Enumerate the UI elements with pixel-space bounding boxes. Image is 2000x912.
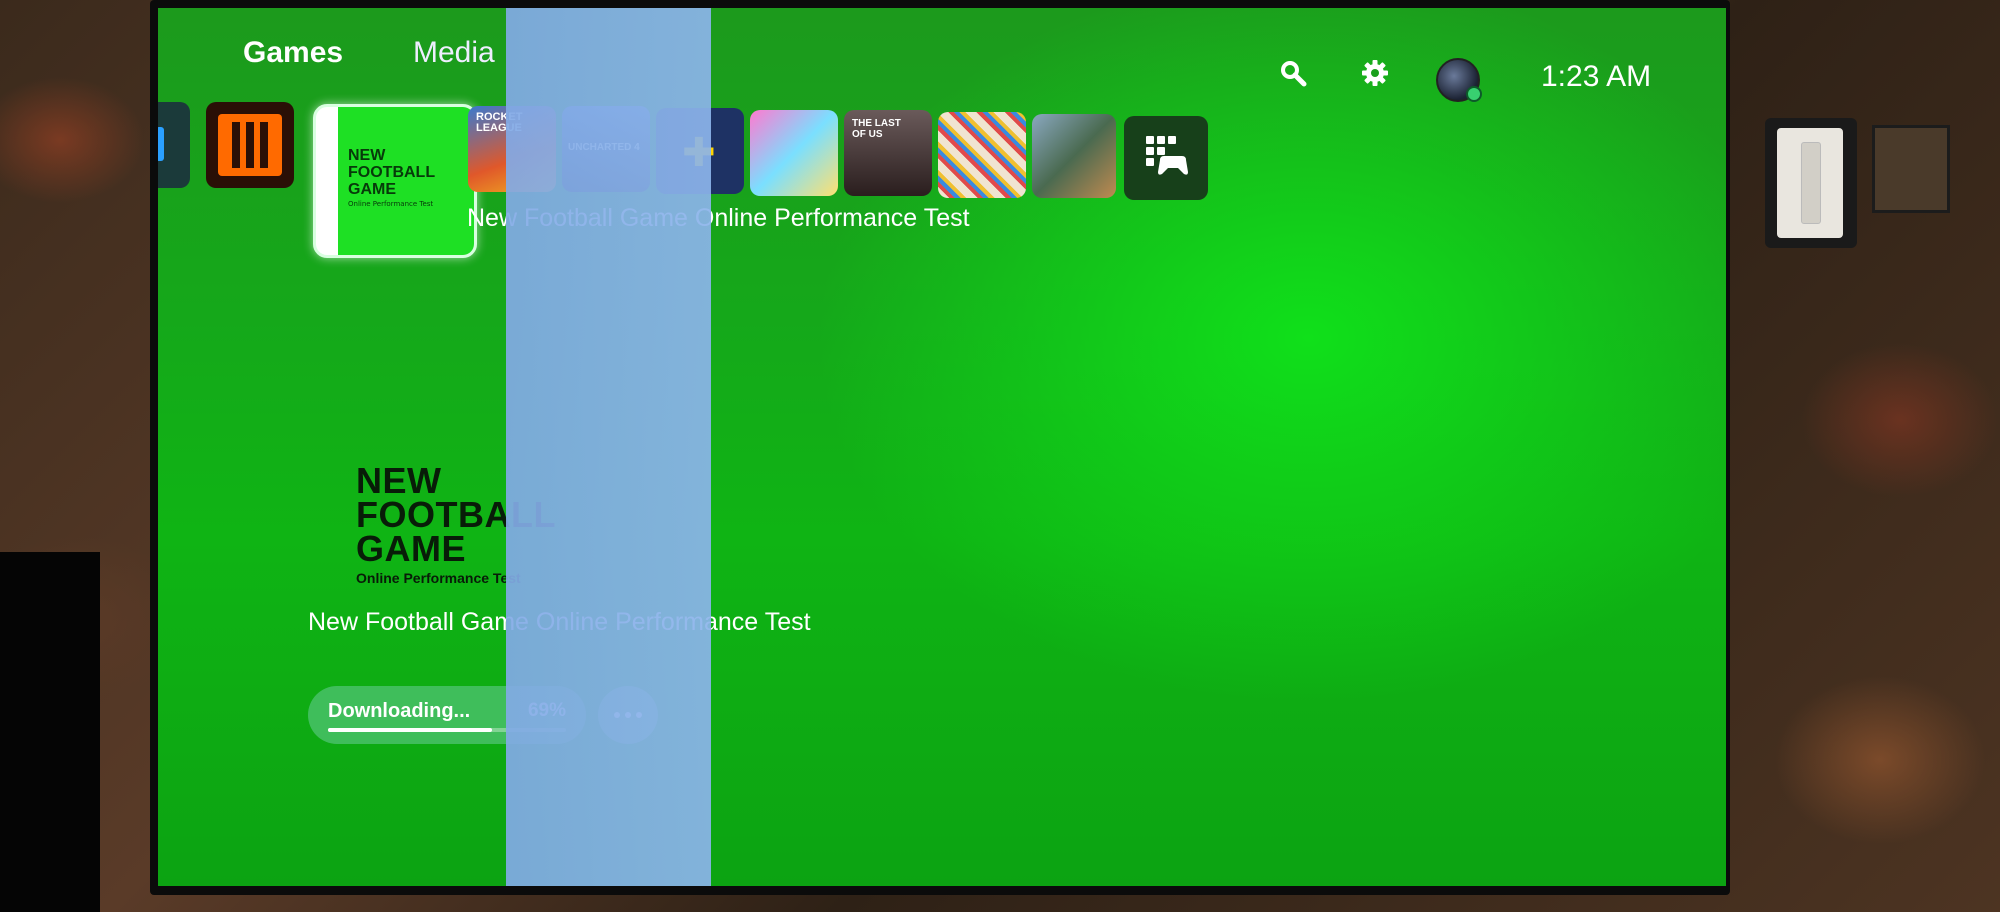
hero-game-logo: NEW FOOTBALL GAME (356, 460, 556, 569)
download-percent: 69% (527, 700, 566, 721)
game-tile-partial[interactable] (158, 102, 190, 188)
tab-games[interactable]: Games (243, 36, 343, 70)
hero-logo-subtitle: Online Performance Test (356, 570, 521, 586)
tile-art-subtitle: Online Performance Test (348, 200, 434, 208)
search-icon[interactable] (1278, 58, 1308, 88)
more-options-button[interactable] (598, 686, 658, 744)
game-tile-gta-v[interactable] (1032, 114, 1116, 198)
gear-icon[interactable] (1360, 58, 1390, 88)
ps-plus-icon: ✚ (682, 130, 716, 176)
tab-media[interactable]: Media (413, 36, 495, 70)
download-progress-fill (328, 728, 493, 732)
tile-art-title: NEW FOOTBALL GAME (348, 147, 436, 198)
ps5-home-screen: Games Media 1:23 AM NEW FOOTBALL GAME Onli… (158, 8, 1726, 886)
game-tile-stickers[interactable] (938, 112, 1026, 198)
wall-frame (1872, 125, 1950, 213)
clock: 1:23 AM (1541, 60, 1652, 93)
game-tile-rocket-league[interactable]: ROCKET LEAGUE (468, 106, 556, 192)
download-status-label: Downloading... (328, 700, 471, 722)
game-library-icon (1146, 136, 1188, 175)
game-tile-colorful[interactable] (750, 110, 838, 196)
game-library-button[interactable] (1124, 116, 1208, 200)
game-tile-uncharted-4[interactable]: UNCHARTED 4 (562, 106, 650, 192)
speaker-left (0, 552, 100, 912)
game-tile-new-football-game[interactable]: NEW FOOTBALL GAME Online Performance Test (313, 104, 477, 258)
online-status-icon (1466, 86, 1482, 102)
download-progress-bar (328, 728, 566, 732)
hero-game-title: New Football Game Online Performance Tes… (308, 608, 811, 636)
game-tile-last-of-us[interactable]: THE LAST OF US (844, 110, 932, 196)
wall-switch (1765, 118, 1857, 248)
game-tile-playstation-plus[interactable]: ✚ (656, 108, 744, 194)
focused-game-label: New Football Game Online Performance Tes… (467, 204, 970, 232)
game-tile-black-ops-3[interactable] (206, 102, 294, 188)
download-progress-button[interactable]: Downloading... 69% (308, 686, 586, 744)
